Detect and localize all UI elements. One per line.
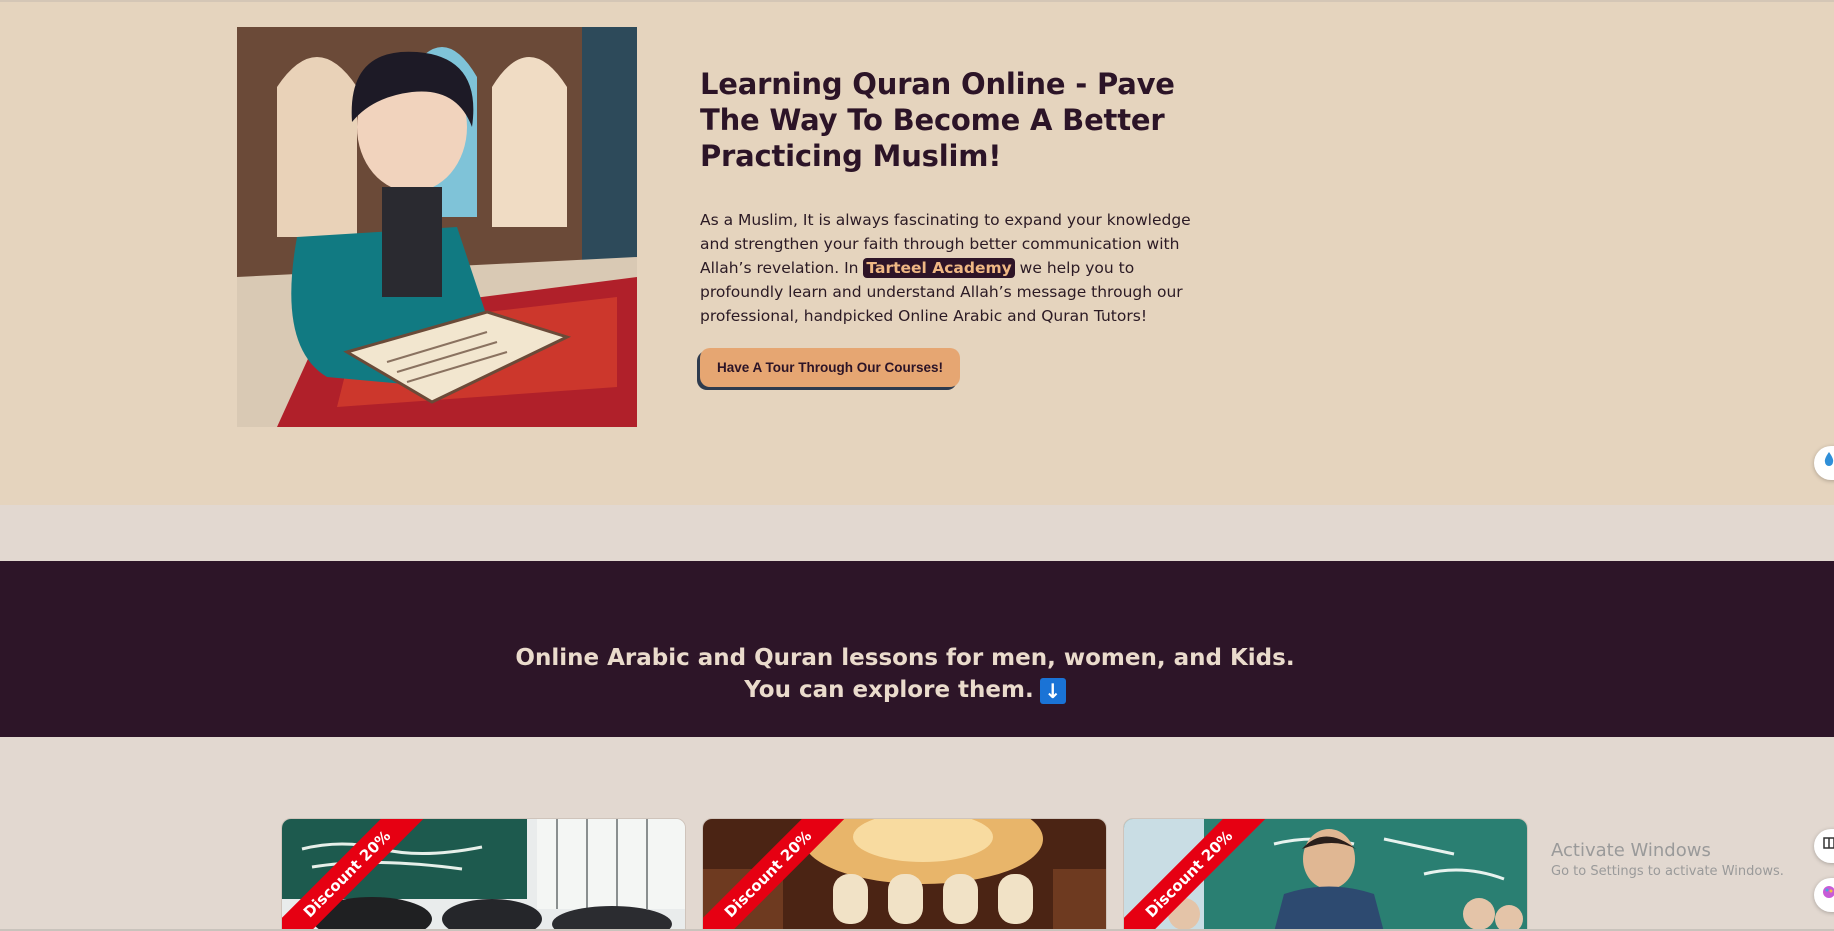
hero-image [237, 27, 637, 427]
course-card[interactable]: Discount 20% [281, 818, 686, 931]
brand-highlight: Tarteel Academy [863, 258, 1015, 278]
course-card[interactable]: Discount 20% [1123, 818, 1528, 931]
banner-line-2: You can explore them. ↓ [0, 674, 1810, 706]
hero-description: As a Muslim, It is always fascinating to… [700, 208, 1200, 328]
course-card[interactable]: Discount 20% [702, 818, 1107, 931]
banner-line-2-text: You can explore them. [744, 677, 1034, 703]
course-cards-section: Discount 20% Discount 20% Discount 20% [0, 737, 1834, 931]
activate-windows-subtitle: Go to Settings to activate Windows. [1551, 864, 1784, 879]
hero-section: Learning Quran Online - Pave The Way To … [0, 0, 1834, 505]
banner-line-1: Online Arabic and Quran lessons for men,… [515, 645, 1295, 671]
tour-courses-button[interactable]: Have A Tour Through Our Courses! [700, 348, 961, 387]
hero-text-block: Learning Quran Online - Pave The Way To … [700, 66, 1210, 387]
hero-title: Learning Quran Online - Pave The Way To … [700, 67, 1175, 173]
activate-windows-title: Activate Windows [1551, 840, 1711, 861]
banner-heading: Online Arabic and Quran lessons for men,… [0, 642, 1810, 706]
windows-activation-watermark: Activate Windows Go to Settings to activ… [1551, 840, 1784, 879]
courses-banner: Online Arabic and Quran lessons for men,… [0, 561, 1834, 737]
section-spacer [0, 505, 1834, 561]
arrow-down-icon: ↓ [1039, 677, 1066, 704]
